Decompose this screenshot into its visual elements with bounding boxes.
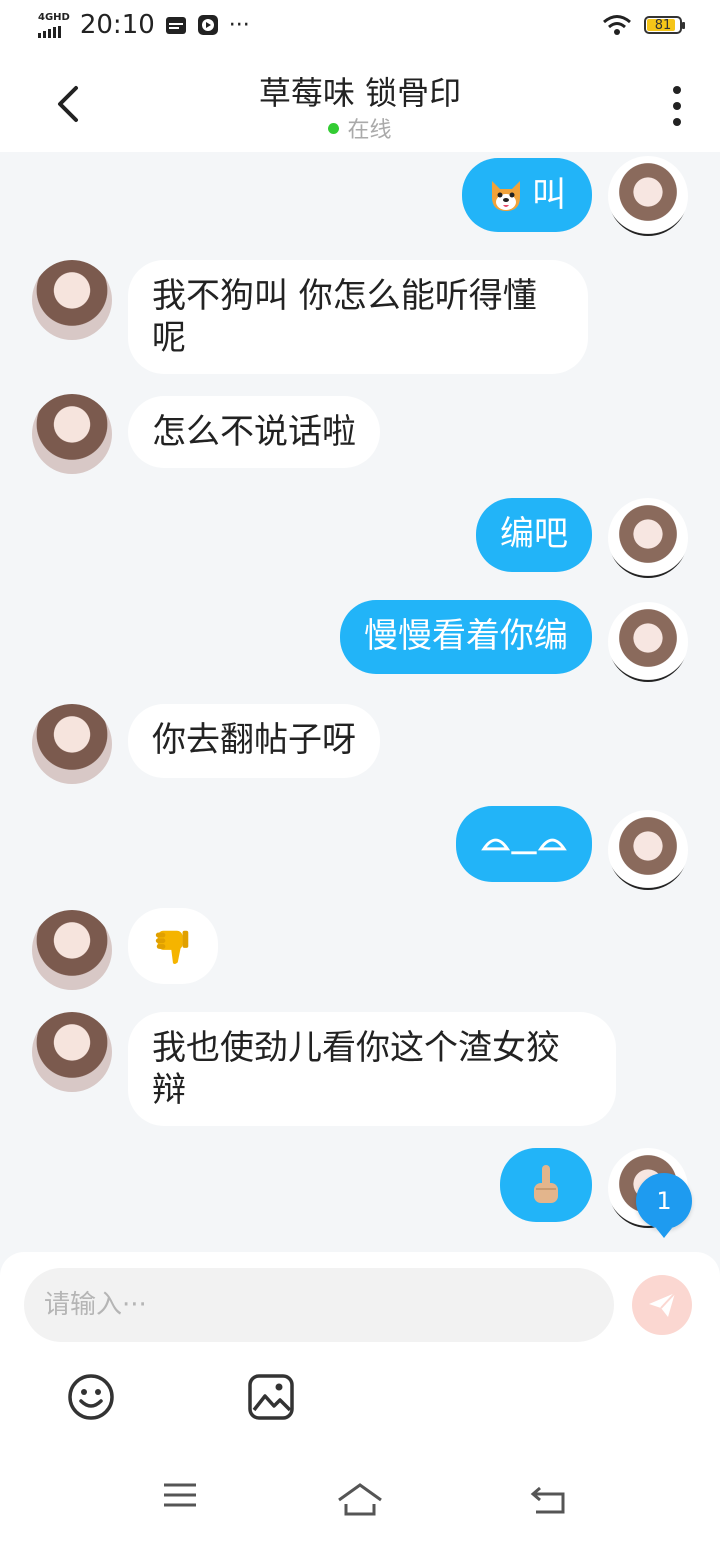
message-row	[0, 908, 720, 990]
message-text: 编吧	[500, 514, 568, 554]
message-row: 我也使劲儿看你这个渣女狡辩	[0, 1012, 720, 1126]
message-row: 慢慢看着你编	[0, 600, 720, 682]
message-bubble[interactable]: 我不狗叫 你怎么能听得懂呢	[128, 260, 588, 374]
menu-icon[interactable]	[162, 1480, 198, 1510]
chat-header: 草莓味 锁骨印 在线	[0, 56, 720, 152]
middle-finger-emoji-icon	[534, 1165, 558, 1203]
presence-status: 在线	[0, 112, 720, 144]
message-row: 我不狗叫 你怎么能听得懂呢	[0, 258, 720, 374]
message-row: 怎么不说话啦	[0, 394, 720, 474]
dot-icon	[673, 102, 681, 110]
more-notifications-icon: ···	[228, 12, 250, 38]
presence-label: 在线	[347, 118, 392, 143]
message-bubble[interactable]: 你去翻帖子呀	[128, 704, 380, 778]
online-dot-icon	[328, 122, 340, 134]
battery-icon: 81	[644, 16, 685, 34]
smile-eyes-emoticon-icon	[481, 838, 567, 855]
dot-icon	[673, 118, 681, 126]
paper-plane-icon	[649, 1292, 676, 1317]
thumbs-down-emoji-icon	[155, 930, 189, 964]
dog-face-emoji-icon	[492, 181, 520, 211]
my-avatar[interactable]	[608, 602, 688, 682]
message-row	[0, 806, 720, 890]
message-row: 编吧	[0, 496, 720, 578]
new-message-badge[interactable]: 1	[636, 1173, 692, 1238]
message-row	[0, 1146, 720, 1228]
message-text: 你去翻帖子呀	[152, 720, 356, 760]
send-button[interactable]	[632, 1275, 692, 1335]
message-bubble[interactable]	[456, 806, 592, 882]
battery-level: 81	[654, 17, 672, 33]
message-bubble[interactable]: 慢慢看着你编	[340, 600, 592, 674]
wifi-icon	[603, 15, 631, 35]
clock: 20:10	[79, 10, 155, 40]
message-input[interactable]	[24, 1268, 614, 1342]
chat-title: 草莓味 锁骨印	[258, 74, 462, 112]
video-app-icon	[197, 15, 218, 35]
message-text: 我也使劲儿看你这个渣女狡辩	[152, 1028, 560, 1110]
message-text: 叫	[532, 175, 566, 215]
message-text: 慢慢看着你编	[364, 616, 568, 656]
message-bubble[interactable]: 我也使劲儿看你这个渣女狡辩	[128, 1012, 616, 1126]
message-row: 你去翻帖子呀	[0, 702, 720, 784]
message-row: 叫	[0, 156, 720, 238]
dot-icon	[673, 86, 681, 94]
network-type: 4GHD	[38, 11, 70, 23]
home-icon[interactable]	[336, 1482, 384, 1518]
calendar-icon	[165, 17, 186, 34]
image-gallery-icon[interactable]	[246, 1372, 296, 1422]
message-bubble[interactable]	[500, 1148, 592, 1222]
back-nav-icon[interactable]	[530, 1484, 568, 1516]
message-text: 怎么不说话啦	[152, 412, 356, 452]
emoji-smiley-icon[interactable]	[66, 1372, 116, 1422]
my-avatar[interactable]	[608, 498, 688, 578]
contact-avatar[interactable]	[32, 394, 112, 474]
signal-icon	[38, 24, 70, 38]
message-bubble[interactable]: 叫	[462, 158, 592, 232]
my-avatar[interactable]	[608, 156, 688, 236]
message-bubble[interactable]: 编吧	[476, 498, 592, 572]
more-options-button[interactable]	[672, 86, 682, 126]
contact-avatar[interactable]	[32, 704, 112, 784]
status-bar: 4GHD 20:10 ··· 81	[0, 0, 720, 56]
contact-avatar[interactable]	[32, 910, 112, 990]
message-bubble[interactable]: 怎么不说话啦	[128, 396, 380, 468]
contact-avatar[interactable]	[32, 260, 112, 340]
my-avatar[interactable]	[608, 810, 688, 890]
contact-avatar[interactable]	[32, 1012, 112, 1092]
message-bubble[interactable]	[128, 908, 218, 984]
message-text: 我不狗叫 你怎么能听得懂呢	[152, 276, 537, 358]
